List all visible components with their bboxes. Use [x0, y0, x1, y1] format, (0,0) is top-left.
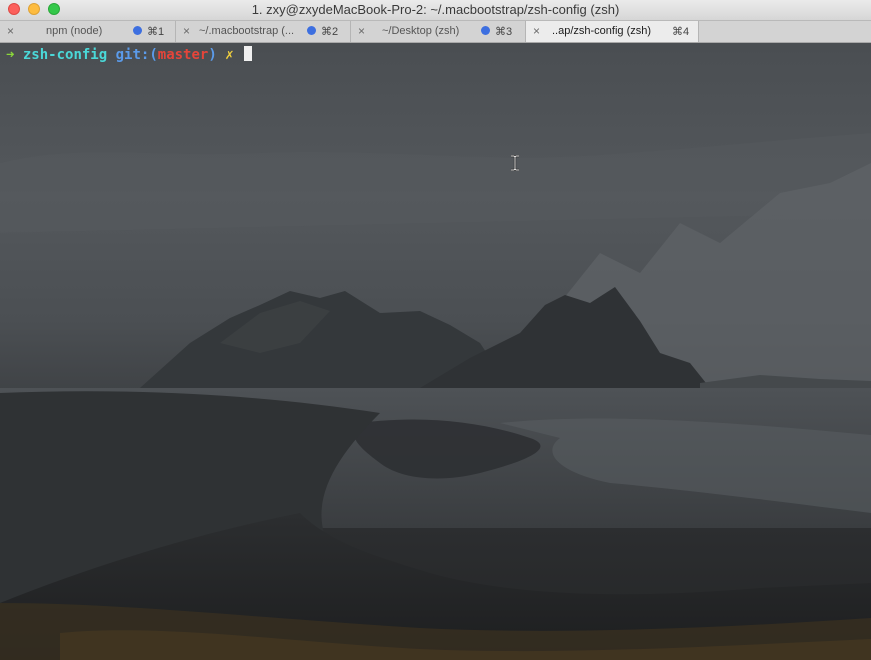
tab-shortcut: ⌘3 — [495, 26, 513, 38]
tab-2[interactable]: × ~/.macbootstrap (... ⌘2 — [176, 21, 351, 42]
shell-prompt-line: ➜ zsh-config git:(master) ✗ — [6, 46, 253, 64]
prompt-arrow-icon: ➜ — [6, 47, 15, 63]
tab-close-icon[interactable]: × — [358, 24, 365, 38]
terminal-content[interactable]: ➜ zsh-config git:(master) ✗ — [0, 43, 871, 660]
tab-label: ..ap/zsh-config (zsh) — [552, 25, 652, 37]
tab-3[interactable]: × ~/Desktop (zsh) ⌘3 — [351, 21, 526, 42]
tab-label: ~/Desktop (zsh) — [382, 25, 460, 37]
activity-indicator-icon — [481, 26, 490, 35]
activity-indicator-icon — [133, 26, 142, 35]
git-branch: master — [157, 47, 209, 63]
tab-shortcut: ⌘4 — [672, 26, 690, 38]
tab-close-icon[interactable]: × — [7, 24, 14, 38]
title-bar[interactable]: 1. zxy@zxydeMacBook-Pro-2: ~/.macbootstr… — [0, 0, 871, 21]
current-directory: zsh-config — [22, 47, 108, 63]
tab-label: npm (node) — [46, 25, 103, 37]
dirty-status-icon: ✗ — [225, 47, 234, 63]
tab-close-icon[interactable]: × — [183, 24, 190, 38]
tab-1[interactable]: × npm (node) ⌘1 — [0, 21, 176, 42]
tab-shortcut: ⌘2 — [321, 26, 339, 38]
text-cursor-block — [244, 46, 253, 61]
window-title: 1. zxy@zxydeMacBook-Pro-2: ~/.macbootstr… — [251, 2, 620, 17]
tab-close-icon[interactable]: × — [533, 24, 540, 38]
tab-shortcut: ⌘1 — [147, 26, 165, 38]
background-landscape-image — [0, 133, 871, 660]
tab-4[interactable]: × ..ap/zsh-config (zsh) ⌘4 — [526, 21, 699, 42]
git-suffix: ) — [208, 47, 217, 63]
tab-bar: × npm (node) ⌘1 × ~/.macbootstrap (... ⌘… — [0, 21, 871, 43]
mouse-ibeam-cursor-icon — [511, 155, 519, 171]
tab-label: ~/.macbootstrap (... — [199, 25, 295, 37]
git-prefix: git:( — [115, 47, 158, 63]
terminal-window: 1. zxy@zxydeMacBook-Pro-2: ~/.macbootstr… — [0, 0, 871, 660]
activity-indicator-icon — [307, 26, 316, 35]
